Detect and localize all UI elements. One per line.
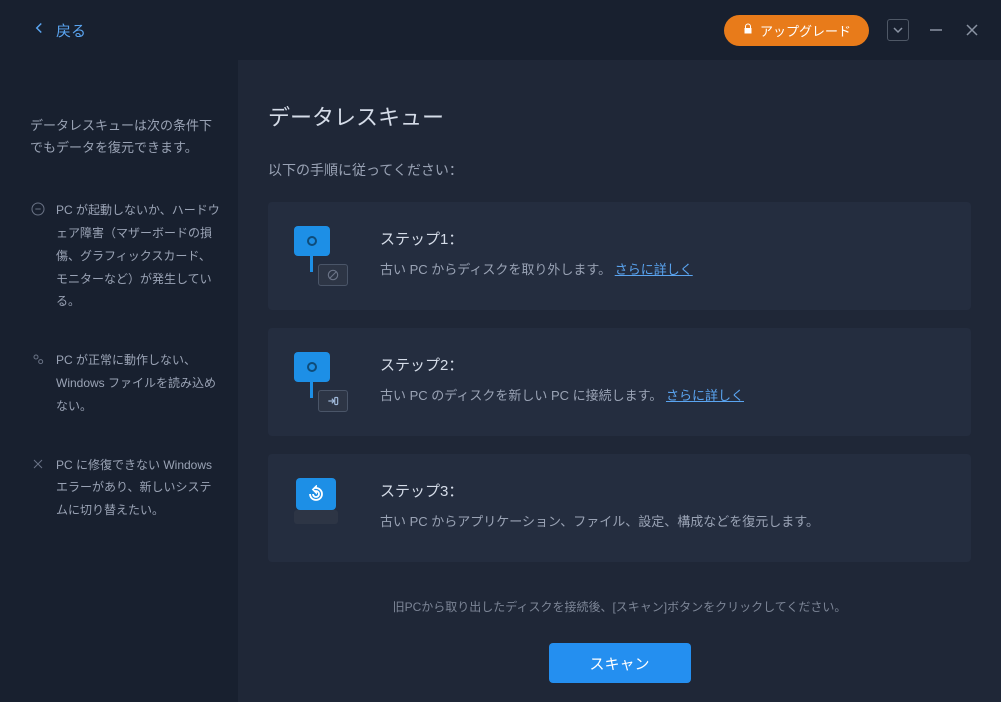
learn-more-link[interactable]: さらに詳しく <box>615 262 693 277</box>
step-desc: 古い PC からディスクを取り外します。 さらに詳しく <box>380 259 693 278</box>
restore-icon <box>296 478 336 510</box>
step-desc-text: 古い PC からディスクを取り外します。 <box>380 262 611 277</box>
connect-icon <box>318 390 348 412</box>
scan-hint: 旧PCから取り出したディスクを接続後、[スキャン]ボタンをクリックしてください。 <box>268 598 971 615</box>
scan-button[interactable]: スキャン <box>549 643 691 683</box>
close-icon <box>965 23 979 37</box>
arrow-left-icon <box>30 19 48 41</box>
tools-icon <box>30 454 46 522</box>
cable-icon <box>310 380 313 398</box>
sidebar-item: PC に修復できない Windows エラーがあり、新しいシステムに切り替えたい… <box>30 454 220 522</box>
gears-icon <box>30 349 46 417</box>
sidebar-item: PC が起動しないか、ハードウェア障害（マザーボードの損傷、グラフィックスカード… <box>30 199 220 313</box>
disk-icon <box>294 226 330 256</box>
step2-icon <box>294 352 350 412</box>
titlebar: 戻る アップグレード <box>0 0 1001 60</box>
step-card-2: ステップ2： 古い PC のディスクを新しい PC に接続します。 さらに詳しく <box>268 328 971 436</box>
prohibit-icon <box>318 264 348 286</box>
page-title: データレスキュー <box>268 100 971 132</box>
minimize-button[interactable] <box>927 21 945 39</box>
step-desc-text: 古い PC のディスクを新しい PC に接続します。 <box>380 388 662 403</box>
upgrade-button[interactable]: アップグレード <box>724 15 869 46</box>
titlebar-controls: アップグレード <box>724 15 981 46</box>
sidebar-item: PC が正常に動作しない、Windows ファイルを読み込めない。 <box>30 349 220 417</box>
step-card-3: ステップ3： 古い PC からアプリケーション、ファイル、設定、構成などを復元し… <box>268 454 971 562</box>
layout: データレスキューは次の条件下でもデータを復元できます。 PC が起動しないか、ハ… <box>0 60 1001 702</box>
step-desc-text: 古い PC からアプリケーション、ファイル、設定、構成などを復元します。 <box>380 514 819 529</box>
upgrade-label: アップグレード <box>760 21 851 40</box>
step-body: ステップ3： 古い PC からアプリケーション、ファイル、設定、構成などを復元し… <box>380 478 819 530</box>
sidebar: データレスキューは次の条件下でもデータを復元できます。 PC が起動しないか、ハ… <box>0 60 238 702</box>
cable-icon <box>310 254 313 272</box>
close-button[interactable] <box>963 21 981 39</box>
step-title: ステップ1： <box>380 228 693 249</box>
disk-icon <box>294 352 330 382</box>
sidebar-item-text: PC が起動しないか、ハードウェア障害（マザーボードの損傷、グラフィックスカード… <box>56 199 220 313</box>
step-body: ステップ1： 古い PC からディスクを取り外します。 さらに詳しく <box>380 226 693 278</box>
sidebar-intro: データレスキューは次の条件下でもデータを復元できます。 <box>30 115 220 159</box>
back-label: 戻る <box>56 20 86 41</box>
step-title: ステップ2： <box>380 354 744 375</box>
page-subtitle: 以下の手順に従ってください： <box>268 160 971 180</box>
main-panel: データレスキュー 以下の手順に従ってください： ステップ1： 古い PC からデ… <box>238 60 1001 702</box>
disk-error-icon <box>30 199 46 313</box>
step1-icon <box>294 226 350 286</box>
step-card-1: ステップ1： 古い PC からディスクを取り外します。 さらに詳しく <box>268 202 971 310</box>
sidebar-item-text: PC に修復できない Windows エラーがあり、新しいシステムに切り替えたい… <box>56 454 220 522</box>
lock-icon <box>742 23 754 38</box>
chevron-down-icon <box>893 25 903 35</box>
step-body: ステップ2： 古い PC のディスクを新しい PC に接続します。 さらに詳しく <box>380 352 744 404</box>
sidebar-item-text: PC が正常に動作しない、Windows ファイルを読み込めない。 <box>56 349 220 417</box>
dropdown-button[interactable] <box>887 19 909 41</box>
minimize-icon <box>929 23 943 37</box>
back-button[interactable]: 戻る <box>30 19 86 41</box>
learn-more-link[interactable]: さらに詳しく <box>666 388 744 403</box>
step3-icon <box>294 478 350 538</box>
step-desc: 古い PC のディスクを新しい PC に接続します。 さらに詳しく <box>380 385 744 404</box>
step-title: ステップ3： <box>380 480 819 501</box>
step-desc: 古い PC からアプリケーション、ファイル、設定、構成などを復元します。 <box>380 511 819 530</box>
